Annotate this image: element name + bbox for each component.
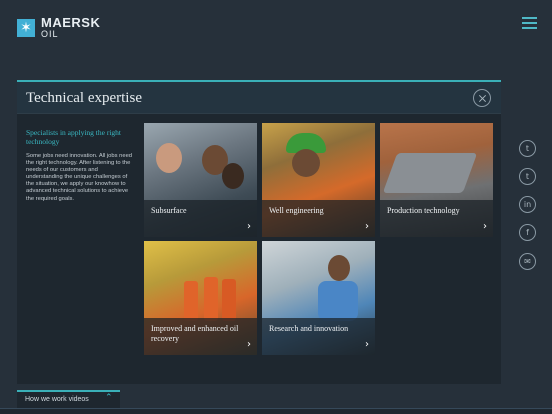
seven-point-star-icon: ✶ [17, 18, 35, 37]
close-circle-icon[interactable] [473, 89, 491, 107]
tumblr-icon[interactable]: t [519, 168, 536, 185]
chevron-right-icon: › [365, 221, 369, 232]
linkedin-icon[interactable]: in [519, 196, 536, 213]
tile-label: Improved and enhanced oil recovery [151, 324, 239, 343]
logo-line-1: MAERSK [41, 15, 101, 30]
maersk-oil-logo[interactable]: ✶ MAERSK OIL [17, 16, 100, 39]
tile-improved-oil-recovery[interactable]: Improved and enhanced oil recovery › [144, 241, 257, 355]
tile-label: Subsurface [151, 205, 187, 215]
tile-production-technology[interactable]: Production technology › [380, 123, 493, 237]
panel-header: Technical expertise [17, 82, 501, 114]
tile-label: Research and innovation [269, 323, 349, 333]
bottom-divider [0, 408, 552, 414]
chevron-up-icon: ⌃ [105, 393, 113, 403]
tile-research-innovation[interactable]: Research and innovation › [262, 241, 375, 355]
tile-label: Well engineering [269, 205, 324, 215]
twitter-icon[interactable]: t [519, 140, 536, 157]
logo-line-2: OIL [41, 29, 59, 39]
chevron-right-icon: › [247, 221, 251, 232]
chevron-right-icon: › [483, 221, 487, 232]
intro-body: Some jobs need innovation. All jobs need… [26, 153, 133, 202]
facebook-icon[interactable]: f [519, 224, 536, 241]
intro-heading: Specialists in applying the right techno… [26, 128, 121, 146]
tile-well-engineering[interactable]: Well engineering › [262, 123, 375, 237]
tile-label: Production technology [387, 205, 460, 215]
email-icon[interactable]: ✉ [519, 253, 536, 270]
chevron-right-icon: › [247, 339, 251, 350]
technical-expertise-panel: Technical expertise Specialists in apply… [17, 80, 501, 384]
app-header: ✶ MAERSK OIL [0, 0, 552, 50]
intro-text: Specialists in applying the right techno… [26, 128, 136, 203]
hamburger-menu-icon[interactable] [522, 17, 537, 29]
logo-text: MAERSK OIL [41, 16, 100, 39]
tile-subsurface[interactable]: Subsurface › [144, 123, 257, 237]
chevron-right-icon: › [365, 339, 369, 350]
footer-tab-label: How we work videos [25, 396, 89, 403]
panel-title: Technical expertise [26, 90, 142, 106]
how-we-work-videos-tab[interactable]: How we work videos ⌃ [17, 390, 120, 408]
